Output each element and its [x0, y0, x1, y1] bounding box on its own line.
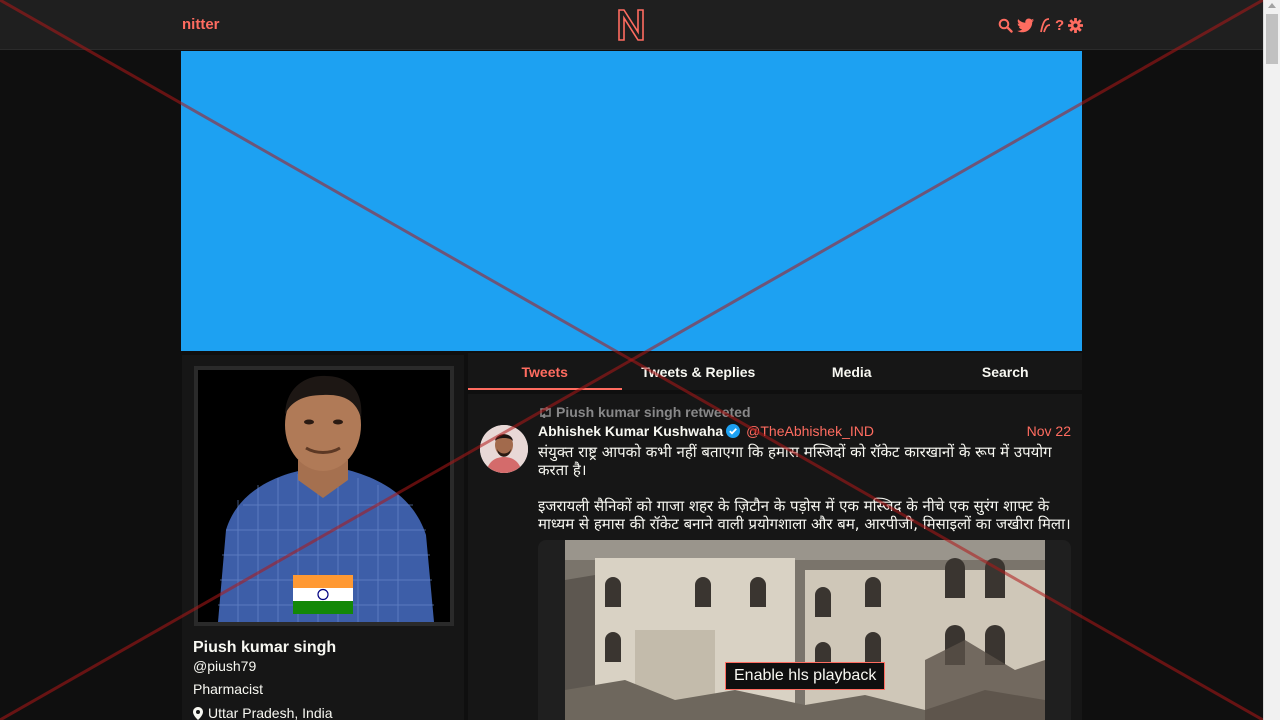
tweet-header: Abhishek Kumar Kushwaha @TheAbhishek_IND… — [538, 423, 1071, 439]
enable-hls-button[interactable]: Enable hls playback — [725, 662, 886, 690]
profile-fullname: Piush kumar singh — [193, 639, 337, 656]
tab-tweets[interactable]: Tweets — [468, 353, 622, 390]
profile-card: Piush kumar singh @piush79 Pharmacist Ut… — [182, 355, 464, 720]
profile-location: Uttar Pradesh, India — [193, 705, 333, 720]
retweet-label: Piush kumar singh retweeted — [556, 404, 751, 420]
tab-search[interactable]: Search — [929, 353, 1083, 390]
location-pin-icon — [193, 706, 203, 720]
video-player[interactable] — [565, 540, 1045, 720]
profile-username: @piush79 — [193, 658, 257, 674]
profile-avatar[interactable] — [194, 366, 454, 626]
profile-banner[interactable] — [181, 51, 1082, 351]
info-icon[interactable]: ? — [1055, 16, 1064, 34]
tab-tweets-replies[interactable]: Tweets & Replies — [622, 353, 776, 390]
rss-icon[interactable] — [1038, 16, 1051, 34]
location-label: Uttar Pradesh, India — [208, 705, 333, 720]
scroll-up-arrow-icon[interactable] — [1268, 3, 1276, 8]
video-thumbnail — [565, 540, 1045, 720]
nitter-logo[interactable] — [617, 8, 645, 42]
nav-icons: ? — [998, 16, 1084, 34]
tweet-avatar[interactable] — [480, 425, 528, 473]
tweet-content: संयुक्त राष्ट्र आपको कभी नहीं बताएगा कि … — [538, 443, 1073, 533]
profile-bio: Pharmacist — [193, 681, 264, 697]
tweet-fullname[interactable]: Abhishek Kumar Kushwaha — [538, 423, 723, 439]
navbar: nitter ? — [0, 0, 1263, 50]
avatar-photo — [198, 370, 450, 622]
page-scrollbar[interactable] — [1263, 0, 1280, 720]
retweet-icon — [540, 406, 551, 418]
tweet-media — [538, 540, 1071, 720]
verified-badge-icon — [726, 424, 741, 438]
twitter-bird-icon[interactable] — [1017, 16, 1034, 34]
timeline-tabs: Tweets Tweets & Replies Media Search — [468, 353, 1082, 390]
search-icon[interactable] — [998, 16, 1013, 34]
tweet-paragraph: इजरायली सैनिकों को गाजा शहर के ज़िटौन के… — [538, 497, 1071, 533]
timeline-item[interactable]: Piush kumar singh retweeted Abhishek Kum… — [468, 394, 1082, 720]
tweet-avatar-photo — [480, 425, 528, 473]
brand-link[interactable]: nitter — [182, 16, 220, 33]
settings-gear-icon[interactable] — [1068, 16, 1084, 34]
tab-media[interactable]: Media — [775, 353, 929, 390]
scroll-thumb[interactable] — [1266, 14, 1278, 64]
tweet-date[interactable]: Nov 22 — [1027, 423, 1071, 439]
tweet-paragraph: संयुक्त राष्ट्र आपको कभी नहीं बताएगा कि … — [538, 443, 1052, 479]
tweet-username[interactable]: @TheAbhishek_IND — [746, 423, 874, 439]
retweet-header: Piush kumar singh retweeted — [538, 404, 751, 420]
